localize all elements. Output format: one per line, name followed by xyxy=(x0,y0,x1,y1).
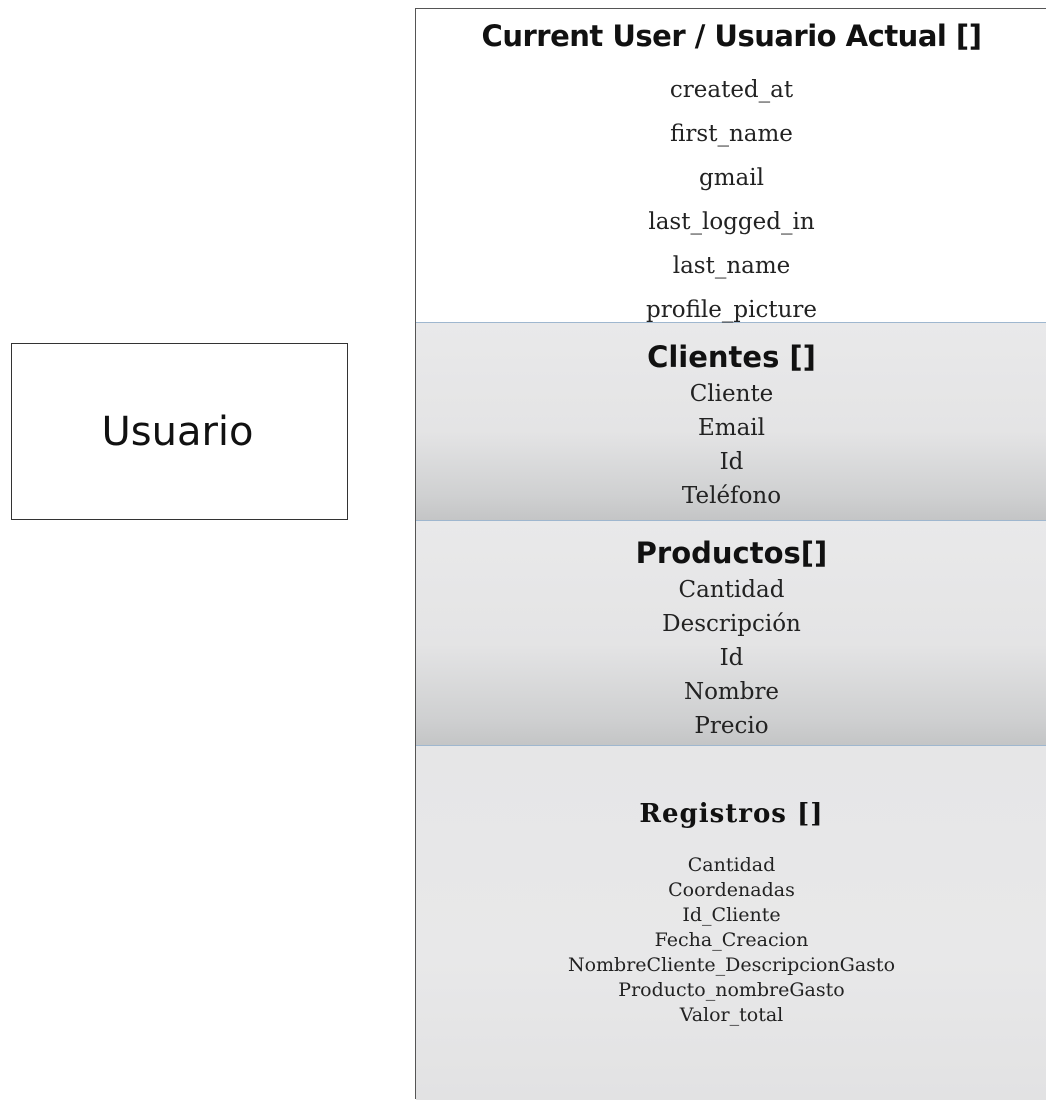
field-item: Producto_nombreGasto xyxy=(618,979,845,1001)
section-current-user: Current User / Usuario Actual [] created… xyxy=(416,9,1046,323)
field-item: created_at xyxy=(669,77,794,103)
field-list-productos: Cantidad Descripción Id Nombre Precio xyxy=(416,573,1046,743)
field-item: Valor_total xyxy=(679,1004,784,1026)
field-item: last_logged_in xyxy=(648,209,815,235)
field-item: Id_Cliente xyxy=(682,904,781,926)
field-list-current-user: created_at first_name gmail last_logged_… xyxy=(416,68,1046,332)
field-item: Coordenadas xyxy=(668,879,795,901)
section-productos: Productos[] Cantidad Descripción Id Nomb… xyxy=(416,521,1046,746)
field-item: first_name xyxy=(670,121,793,147)
section-title-clientes: Clientes [] xyxy=(647,340,816,374)
field-item: Email xyxy=(697,415,766,441)
field-list-registros: Cantidad Coordenadas Id_Cliente Fecha_Cr… xyxy=(416,853,1046,1028)
field-item: Cliente xyxy=(689,381,774,407)
field-item: Id xyxy=(719,645,744,671)
field-item: Precio xyxy=(694,713,769,739)
field-item: Nombre xyxy=(683,679,780,705)
field-item: Teléfono xyxy=(681,483,782,509)
field-item: Descripción xyxy=(662,611,801,637)
section-title-productos: Productos[] xyxy=(635,536,828,570)
field-item: Cantidad xyxy=(678,577,785,603)
section-title-registros: Registros [] xyxy=(639,799,824,829)
field-item: last_name xyxy=(672,253,791,279)
section-clientes: Clientes [] Cliente Email Id Teléfono xyxy=(416,323,1046,521)
usuario-entity-box: Usuario xyxy=(11,343,348,520)
field-item: NombreCliente_DescripcionGasto xyxy=(567,954,896,976)
field-list-clientes: Cliente Email Id Teléfono xyxy=(416,377,1046,513)
field-item: Fecha_Creacion xyxy=(654,929,809,951)
schema-panel: Current User / Usuario Actual [] created… xyxy=(415,8,1046,1100)
usuario-label: Usuario xyxy=(101,408,254,455)
field-item: Cantidad xyxy=(687,854,776,876)
section-registros: Registros [] Cantidad Coordenadas Id_Cli… xyxy=(416,746,1046,1100)
field-item: Id xyxy=(719,449,744,475)
section-title-current-user: Current User / Usuario Actual [] xyxy=(481,19,982,53)
field-item: gmail xyxy=(699,165,764,191)
